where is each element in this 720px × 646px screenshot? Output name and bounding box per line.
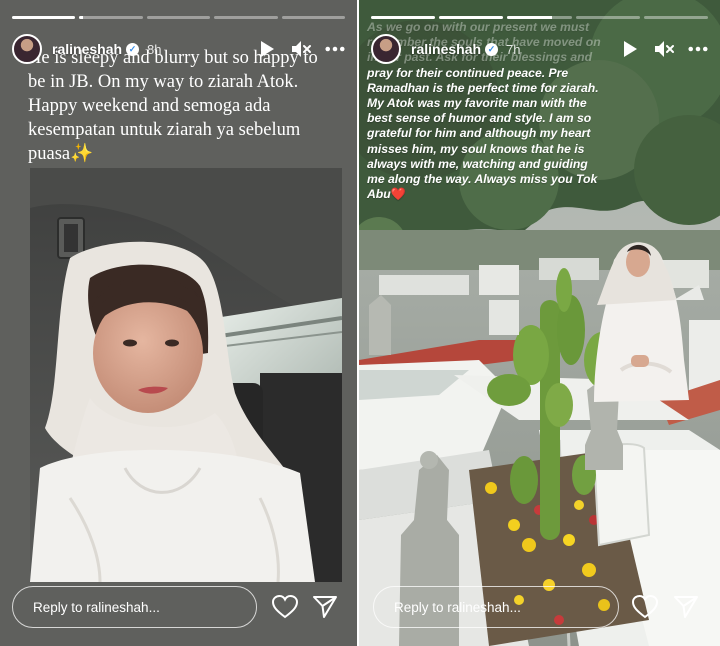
caption-line: grateful for him and although my heart	[367, 126, 591, 141]
story-panel-right[interactable]: As we go on with our present we must rem…	[359, 0, 720, 646]
caption-text: Abu	[367, 187, 391, 202]
send-icon[interactable]	[312, 594, 338, 620]
progress-segment	[281, 16, 346, 19]
progress-segment	[507, 16, 572, 19]
progress-segment	[79, 16, 143, 19]
story-progress-bar	[371, 16, 709, 19]
avatar[interactable]	[371, 34, 401, 64]
more-options-icon[interactable]	[688, 39, 708, 59]
story-progress-bar	[12, 16, 346, 19]
caption-line: Happy weekend and semoga ada	[28, 96, 271, 116]
reply-input[interactable]: Reply to ralineshah...	[373, 586, 619, 628]
username[interactable]: ralineshah	[411, 41, 481, 57]
progress-segment	[12, 16, 76, 19]
story-controls	[620, 39, 708, 59]
progress-segment	[643, 16, 709, 19]
caption-line: pray for their continued peace. Pre	[367, 65, 569, 80]
caption-line: puasa✨	[28, 144, 94, 164]
reply-placeholder: Reply to ralineshah...	[394, 599, 521, 615]
story-timestamp: 7h	[506, 41, 521, 57]
progress-segment	[439, 16, 504, 19]
play-icon[interactable]	[257, 39, 277, 59]
reply-input[interactable]: Reply to ralineshah...	[12, 586, 257, 628]
verified-badge-icon: ✓	[485, 42, 499, 56]
progress-segment	[146, 16, 211, 19]
caption-line: always with me, watching and guiding	[367, 156, 588, 171]
caption-line: Abu❤️	[367, 187, 629, 202]
red-heart-emoji: ❤️	[390, 187, 406, 202]
speaker-muted-icon[interactable]	[291, 39, 311, 59]
progress-segment	[214, 16, 278, 19]
send-icon[interactable]	[673, 594, 699, 620]
heart-icon[interactable]	[632, 594, 658, 620]
verified-badge-icon: ✓	[126, 42, 140, 56]
reply-placeholder: Reply to ralineshah...	[33, 599, 160, 615]
story-timestamp: 8h	[147, 41, 162, 57]
speaker-muted-icon[interactable]	[654, 39, 674, 59]
avatar[interactable]	[12, 34, 42, 64]
caption-line: me along the way. Always miss you Tok	[367, 172, 598, 187]
story-header: ralineshah ✓ 8h	[12, 32, 345, 66]
caption-line: be in JB. On my way to ziarah Atok.	[28, 72, 299, 92]
progress-segment	[575, 16, 640, 19]
username[interactable]: ralineshah	[52, 41, 122, 57]
caption-line: Ramadhan is the perfect time for ziarah.	[367, 80, 599, 95]
caption-line: kesempatan untuk ziarah ya sebelum	[28, 120, 301, 140]
story-panel-left[interactable]: He is sleepy and blurry but so happy to …	[0, 0, 357, 646]
heart-icon[interactable]	[272, 594, 298, 620]
caption-line: My Atok was my favorite man with the	[367, 96, 587, 111]
story-header: ralineshah ✓ 7h	[371, 32, 708, 66]
progress-segment	[371, 16, 436, 19]
story-photo	[30, 168, 342, 582]
play-icon[interactable]	[620, 39, 640, 59]
caption-line: misses him, my soul knows that he is	[367, 141, 585, 156]
caption-line: best sense of humor and style. I am so	[367, 111, 592, 126]
more-options-icon[interactable]	[325, 39, 345, 59]
story-controls	[257, 39, 345, 59]
